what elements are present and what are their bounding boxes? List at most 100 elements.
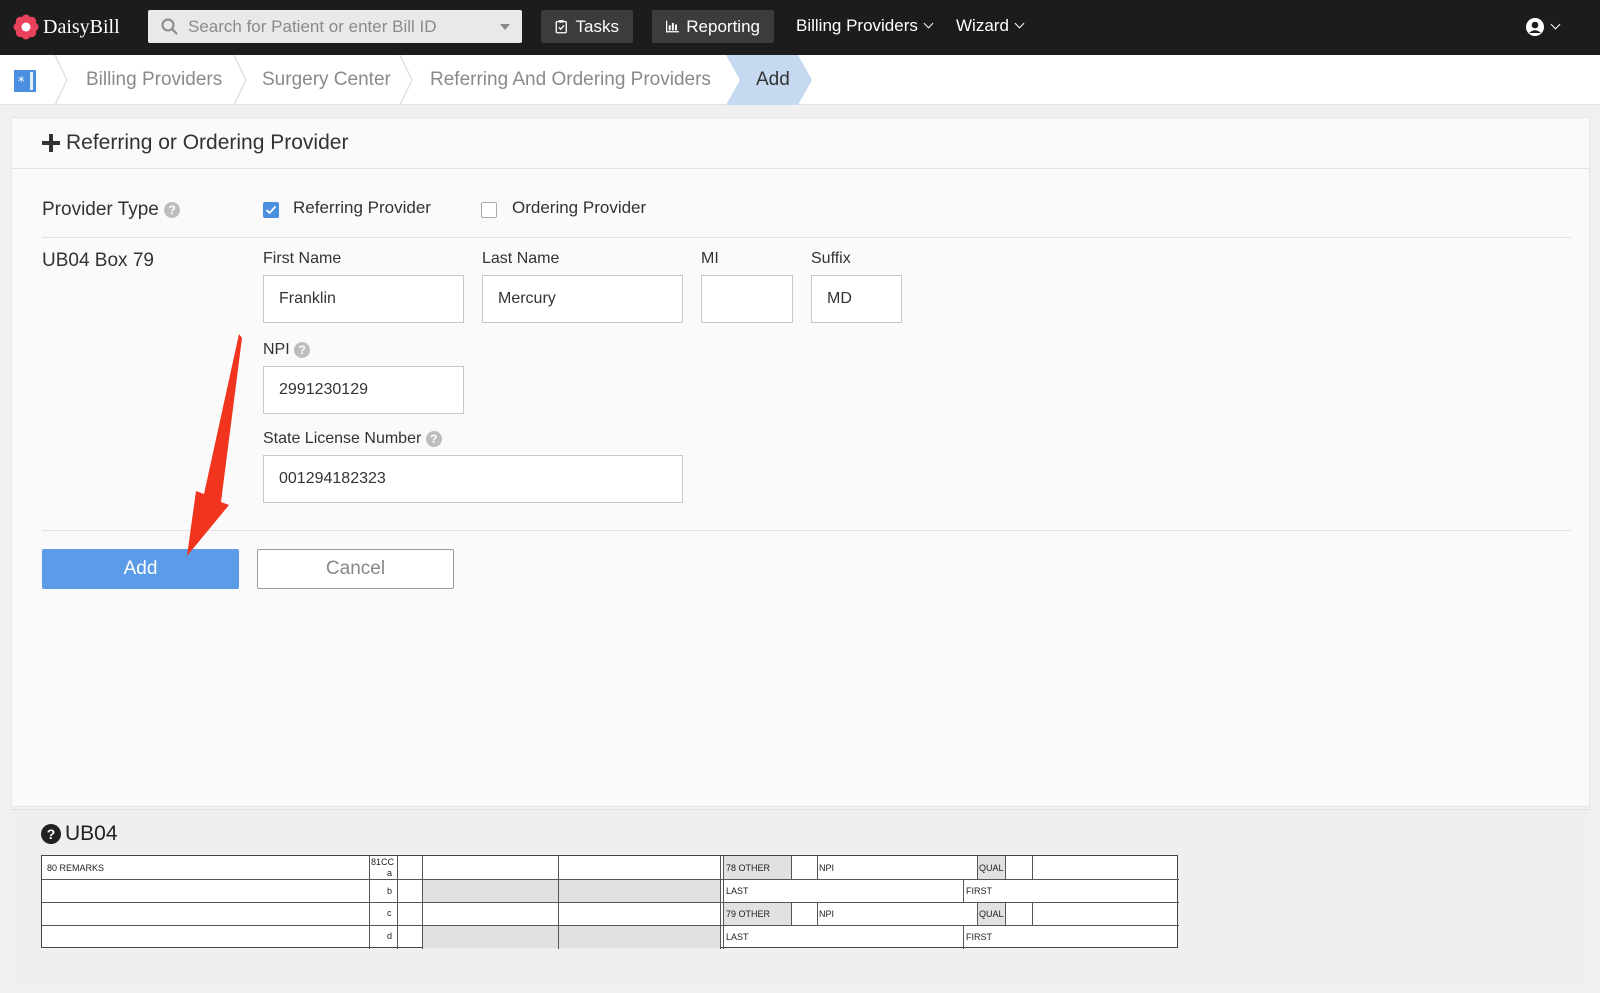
- ub04-line: [963, 925, 964, 949]
- ub04-79-other-label: 79 OTHER: [726, 909, 771, 919]
- patient-search[interactable]: [148, 10, 522, 43]
- ub04-line: [1032, 902, 1033, 925]
- ub04-line: [42, 879, 1179, 880]
- ub04-line: [1032, 856, 1033, 879]
- panel-header: Referring or Ordering Provider: [12, 118, 1589, 169]
- breadcrumb-add: Add: [756, 69, 790, 90]
- app-name: DaisyBill: [43, 15, 120, 38]
- tasks-label: Tasks: [575, 16, 619, 36]
- ub04-box-label: UB04 Box 79: [42, 250, 154, 271]
- ub04-line: [817, 902, 818, 925]
- app-logo[interactable]: DaisyBill: [13, 13, 120, 41]
- svg-text:*: *: [18, 75, 25, 90]
- ub04-first-label: FIRST: [966, 932, 992, 942]
- ub04-line: [791, 856, 792, 879]
- ub04-line: [42, 925, 1179, 926]
- ub04-line: [42, 902, 1179, 903]
- npi-field[interactable]: [263, 366, 464, 414]
- ub04-row-b: b: [387, 886, 393, 896]
- suffix-field[interactable]: [811, 275, 902, 323]
- billing-providers-label: Billing Providers: [796, 16, 918, 35]
- user-menu[interactable]: [1525, 17, 1561, 37]
- reporting-label: Reporting: [686, 16, 760, 36]
- top-navbar: DaisyBill Tasks Reporting Billing Provid…: [0, 0, 1600, 55]
- ub04-last-label: LAST: [726, 932, 749, 942]
- first-name-field[interactable]: [263, 275, 464, 323]
- ub04-qual-label: QUAL: [979, 909, 1004, 919]
- ordering-provider-checkbox[interactable]: [481, 202, 497, 218]
- wizard-menu[interactable]: Wizard: [956, 16, 1025, 36]
- help-icon[interactable]: ?: [294, 341, 311, 358]
- ub04-line: [963, 879, 964, 902]
- chevron-down-icon: [1014, 18, 1025, 29]
- reporting-button[interactable]: Reporting: [652, 10, 774, 43]
- breadcrumb-separator: [233, 55, 247, 105]
- chevron-down-icon: [923, 18, 934, 29]
- clipboard-icon: [555, 20, 567, 34]
- tasks-button[interactable]: Tasks: [541, 10, 633, 43]
- search-icon: [161, 18, 178, 35]
- chevron-down-icon: [1550, 19, 1561, 30]
- divider: [42, 237, 1571, 238]
- state-license-field[interactable]: [263, 455, 683, 503]
- mi-field[interactable]: [701, 275, 793, 323]
- npi-label: NPI ?: [263, 341, 311, 359]
- breadcrumb: * Billing Providers Surgery Center Refer…: [0, 55, 1600, 105]
- ub04-title: UB04: [65, 822, 118, 845]
- breadcrumb-surgery-center[interactable]: Surgery Center: [262, 69, 391, 91]
- ub04-78-other-label: 78 OTHER: [726, 863, 771, 873]
- referring-provider-label: Referring Provider: [293, 198, 431, 217]
- breadcrumb-referring-ordering[interactable]: Referring And Ordering Providers: [430, 69, 711, 91]
- ub04-line: [558, 856, 559, 949]
- ub04-line: [422, 856, 423, 949]
- cancel-button[interactable]: Cancel: [257, 549, 454, 589]
- daisy-logo-icon: [13, 14, 39, 40]
- search-dropdown-caret-icon[interactable]: [500, 24, 510, 30]
- medical-record-icon[interactable]: *: [14, 70, 36, 92]
- ub04-line: [369, 856, 370, 949]
- checkmark-icon: [265, 205, 277, 215]
- ub04-last-label: LAST: [726, 886, 749, 896]
- help-icon[interactable]: ?: [41, 824, 61, 844]
- plus-icon: [42, 134, 60, 152]
- ub04-first-label: FIRST: [966, 886, 992, 896]
- ub04-line: [720, 856, 721, 949]
- ordering-provider-label: Ordering Provider: [512, 198, 647, 217]
- help-icon[interactable]: ?: [425, 430, 442, 447]
- billing-providers-menu[interactable]: Billing Providers: [796, 16, 934, 36]
- breadcrumb-separator: [54, 55, 68, 105]
- ub04-cc-label: 81CC: [371, 857, 395, 867]
- ub04-preview: ? UB04 80 REMARKS 81CC a b c d 78 OTHER …: [11, 809, 1590, 984]
- first-name-label: First Name: [263, 250, 342, 267]
- ub04-line: [977, 856, 978, 879]
- state-license-label: State License Number ?: [263, 430, 442, 448]
- ub04-line: [723, 856, 724, 949]
- breadcrumb-billing-providers[interactable]: Billing Providers: [86, 69, 222, 91]
- ub04-npi-label: NPI: [819, 863, 835, 873]
- ub04-line: [397, 856, 398, 949]
- provider-type-label: Provider Type ?: [42, 199, 181, 221]
- help-icon[interactable]: ?: [164, 201, 181, 218]
- breadcrumb-separator: [399, 55, 413, 105]
- divider: [42, 530, 1571, 531]
- referring-provider-checkbox[interactable]: [263, 202, 279, 218]
- last-name-field[interactable]: [482, 275, 683, 323]
- wizard-label: Wizard: [956, 16, 1009, 35]
- suffix-label: Suffix: [811, 250, 851, 267]
- ub04-line: [817, 856, 818, 879]
- last-name-label: Last Name: [482, 250, 560, 267]
- ub04-npi-label: NPI: [819, 909, 835, 919]
- annotation-arrow: [187, 334, 242, 556]
- mi-label: MI: [701, 250, 719, 267]
- ub04-line: [791, 902, 792, 925]
- ub04-line: [1005, 902, 1006, 925]
- ub04-line: [977, 902, 978, 925]
- ub04-row-a: a: [387, 868, 393, 878]
- user-avatar-icon: [1526, 18, 1544, 36]
- search-input[interactable]: [188, 16, 488, 37]
- ub04-form: 80 REMARKS 81CC a b c d 78 OTHER NPI QUA…: [41, 855, 1179, 949]
- page-title: Referring or Ordering Provider: [66, 131, 349, 154]
- ub04-row-d: d: [387, 931, 393, 941]
- ub04-shaded-cell: [422, 880, 720, 902]
- ub04-remarks-label: 80 REMARKS: [47, 863, 105, 873]
